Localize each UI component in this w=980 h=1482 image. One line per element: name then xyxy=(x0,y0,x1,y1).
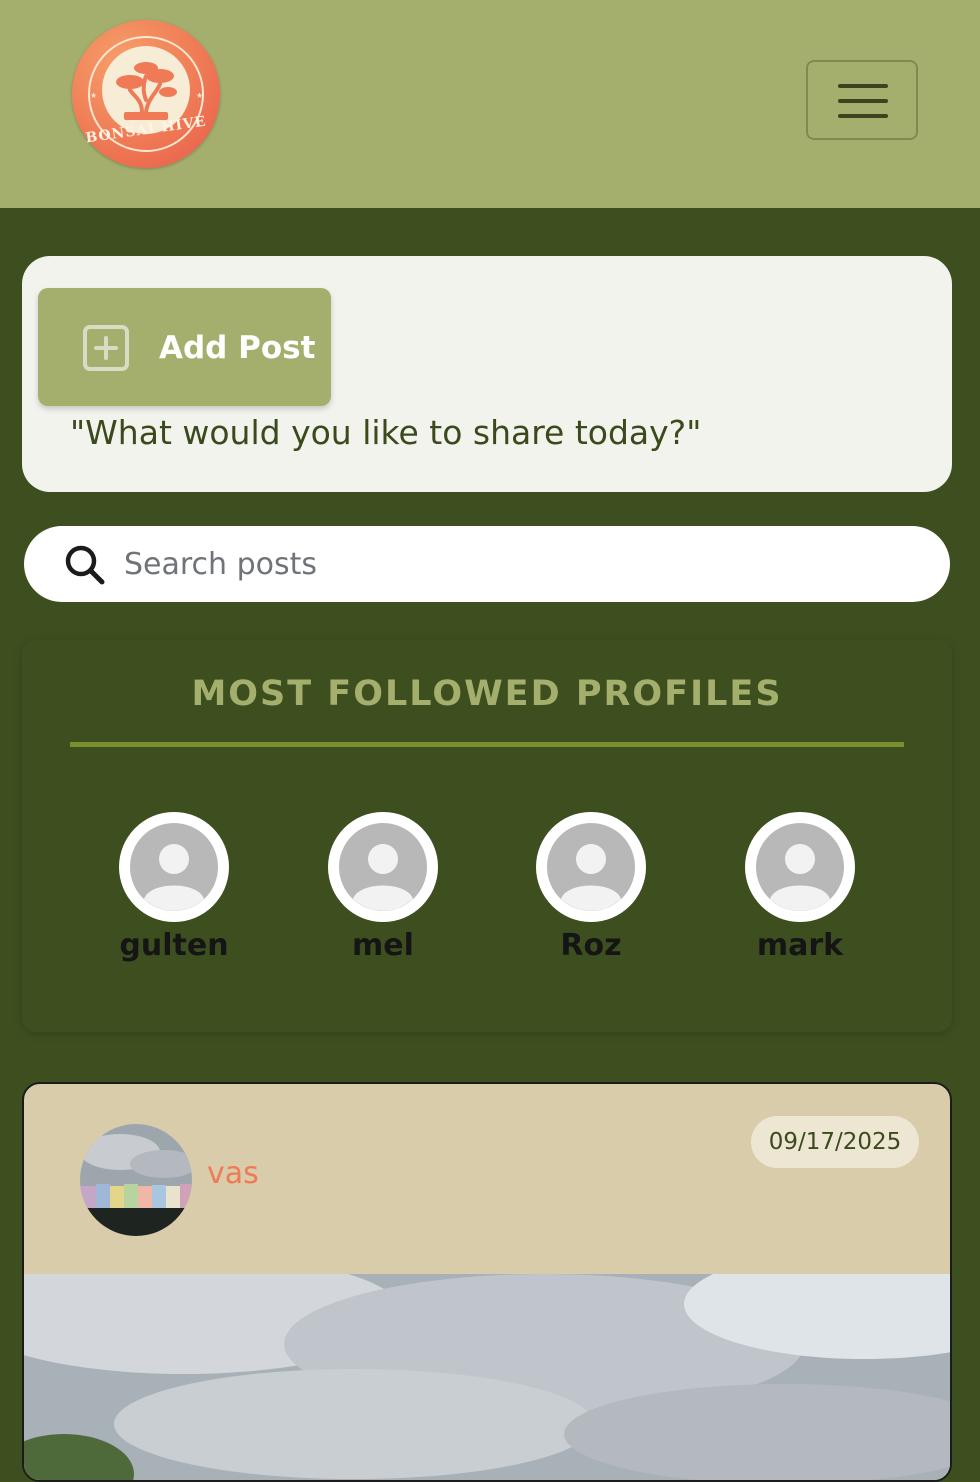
share-prompt: "What would you like to share today?" xyxy=(70,413,702,452)
profile-name[interactable]: Roz xyxy=(516,928,666,963)
profile-gulten[interactable]: gulten xyxy=(99,812,249,972)
add-post-label: Add Post xyxy=(159,330,316,366)
add-post-button[interactable]: Add Post xyxy=(38,288,331,406)
post-photo xyxy=(24,1249,950,1480)
svg-text:★: ★ xyxy=(196,91,203,100)
avatar[interactable] xyxy=(745,812,855,922)
default-user-icon xyxy=(547,823,635,911)
default-user-icon xyxy=(756,823,844,911)
profile-mel[interactable]: mel xyxy=(308,812,458,972)
author-avatar[interactable] xyxy=(80,1124,192,1236)
section-divider xyxy=(70,742,904,747)
plus-square-icon xyxy=(83,325,129,371)
profile-name[interactable]: mark xyxy=(725,928,875,963)
default-user-icon xyxy=(339,823,427,911)
post-date-badge: 09/17/2025 xyxy=(751,1116,919,1168)
search-icon xyxy=(65,545,105,585)
hamburger-line-icon xyxy=(838,114,888,118)
profile-mark[interactable]: mark xyxy=(725,812,875,972)
default-user-icon xyxy=(130,823,218,911)
avatar[interactable] xyxy=(328,812,438,922)
avatar[interactable] xyxy=(536,812,646,922)
bonsai-hive-logo[interactable]: ★ ★ BONSAI HIVE xyxy=(72,20,220,168)
bonsai-tree-icon: ★ ★ xyxy=(88,36,204,152)
post-image[interactable] xyxy=(24,1249,950,1480)
post-card: vas 09/17/2025 xyxy=(22,1082,952,1482)
top-header: ★ ★ BONSAI HIVE xyxy=(0,0,980,208)
profile-name[interactable]: gulten xyxy=(99,928,249,963)
hamburger-line-icon xyxy=(838,84,888,88)
author-photo xyxy=(80,1124,192,1236)
hamburger-menu-button[interactable] xyxy=(806,60,918,140)
search-input[interactable] xyxy=(124,536,904,592)
profile-name[interactable]: mel xyxy=(308,928,458,963)
most-followed-profiles-section: MOST FOLLOWED PROFILES gulten mel Roz ma… xyxy=(22,640,952,1032)
svg-text:★: ★ xyxy=(90,91,97,100)
profile-roz[interactable]: Roz xyxy=(516,812,666,972)
search-bar[interactable] xyxy=(24,526,950,602)
add-post-card: Add Post "What would you like to share t… xyxy=(22,256,952,492)
avatar[interactable] xyxy=(119,812,229,922)
post-author-link[interactable]: vas xyxy=(207,1156,259,1191)
section-title: MOST FOLLOWED PROFILES xyxy=(191,674,783,714)
hamburger-line-icon xyxy=(838,99,888,103)
